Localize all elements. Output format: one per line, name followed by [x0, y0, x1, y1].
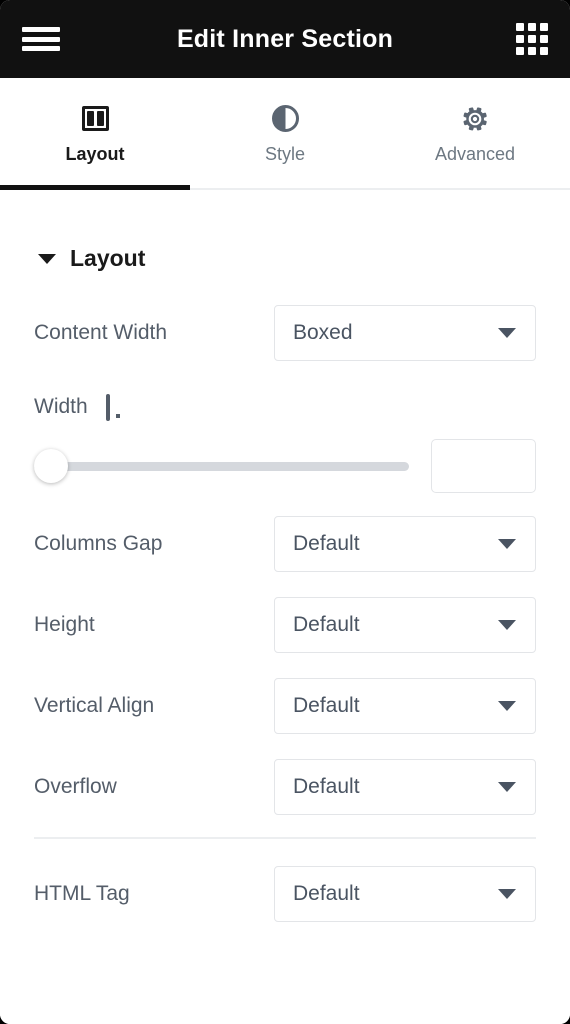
- width-slider-track: [34, 461, 409, 471]
- content-width-value: Boxed: [293, 321, 353, 344]
- height-select[interactable]: Default: [274, 597, 536, 653]
- section-divider: [34, 837, 536, 839]
- widgets-grid-icon[interactable]: [516, 23, 548, 55]
- tab-layout[interactable]: Layout: [0, 78, 190, 190]
- gear-icon: [460, 104, 490, 134]
- overflow-value: Default: [293, 775, 360, 798]
- chevron-down-icon: [498, 620, 516, 630]
- monitor-icon[interactable]: [105, 394, 130, 421]
- vertical-align-label: Vertical Align: [34, 694, 155, 717]
- width-slider[interactable]: [34, 449, 409, 483]
- caret-down-icon: [38, 253, 56, 264]
- columns-gap-select[interactable]: Default: [274, 516, 536, 572]
- overflow-select[interactable]: Default: [274, 759, 536, 815]
- tab-style-label: Style: [264, 143, 306, 164]
- chevron-down-icon: [498, 782, 516, 792]
- chevron-down-icon: [498, 888, 516, 899]
- tab-layout-label: Layout: [65, 143, 125, 164]
- chevron-down-icon: [498, 701, 516, 711]
- html-tag-label: HTML Tag: [34, 881, 130, 905]
- panel-content: Layout Content Width Boxed Width Columns…: [0, 190, 570, 1024]
- page-title: Edit Inner Section: [176, 24, 394, 53]
- section-title: Layout: [70, 245, 146, 271]
- tab-advanced[interactable]: Advanced: [380, 78, 570, 188]
- control-html-tag: HTML Tag Default: [34, 863, 536, 925]
- tab-style[interactable]: Style: [190, 78, 380, 188]
- control-overflow: Overflow Default: [34, 756, 536, 818]
- section-header-layout[interactable]: Layout: [34, 190, 536, 302]
- control-columns-gap: Columns Gap Default: [34, 513, 536, 575]
- control-width-header: Width: [34, 383, 536, 431]
- width-input[interactable]: [431, 439, 536, 493]
- overflow-label: Overflow: [34, 775, 117, 798]
- control-width-slider-row: [34, 437, 536, 493]
- chevron-down-icon: [498, 328, 516, 338]
- control-content-width: Content Width Boxed: [34, 302, 536, 364]
- hamburger-menu-icon[interactable]: [22, 24, 60, 54]
- vertical-align-select[interactable]: Default: [274, 678, 536, 734]
- height-value: Default: [293, 613, 360, 636]
- contrast-icon: [270, 104, 300, 134]
- control-height: Height Default: [34, 594, 536, 656]
- columns-gap-label: Columns Gap: [34, 532, 163, 555]
- tab-advanced-label: Advanced: [434, 143, 516, 164]
- content-width-label: Content Width: [34, 321, 168, 344]
- width-label: Width: [34, 395, 88, 418]
- html-tag-value: Default: [293, 881, 360, 905]
- html-tag-select[interactable]: Default: [274, 865, 536, 922]
- columns-icon: [80, 104, 110, 134]
- vertical-align-value: Default: [293, 694, 360, 717]
- columns-gap-value: Default: [293, 532, 360, 555]
- panel-header: Edit Inner Section: [0, 0, 570, 78]
- edit-inner-section-panel: Edit Inner Section Layout Style Advanced…: [0, 0, 570, 1024]
- control-vertical-align: Vertical Align Default: [34, 675, 536, 737]
- width-label-group: Width: [34, 394, 130, 421]
- width-slider-handle[interactable]: [34, 449, 68, 483]
- height-label: Height: [34, 613, 95, 636]
- panel-tabs: Layout Style Advanced: [0, 78, 570, 190]
- chevron-down-icon: [498, 539, 516, 549]
- content-width-select[interactable]: Boxed: [274, 305, 536, 361]
